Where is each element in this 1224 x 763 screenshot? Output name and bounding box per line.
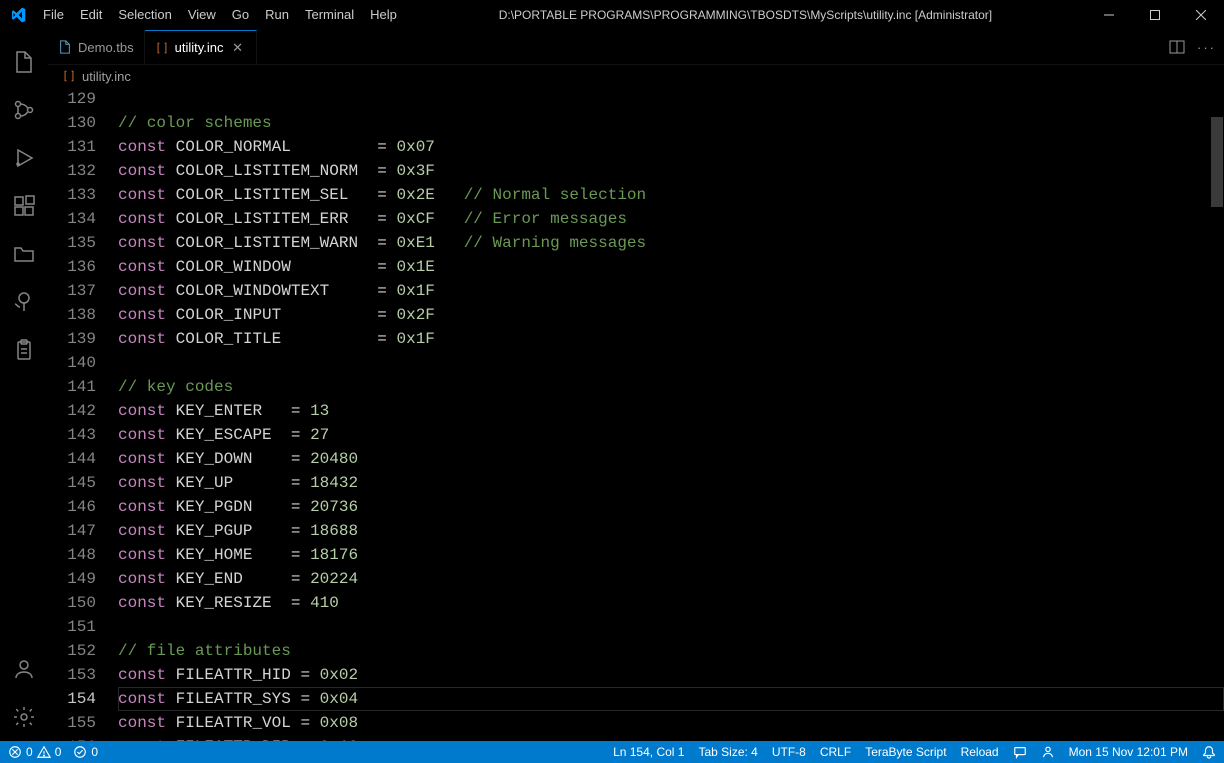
clipboard-icon[interactable] xyxy=(0,326,48,374)
minimize-button[interactable] xyxy=(1086,0,1132,30)
tab-utility-inc[interactable]: utility.inc ✕ xyxy=(145,30,257,64)
status-bar: 0 0 0 Ln 154, Col 1 Tab Size: 4 UTF-8 CR… xyxy=(0,741,1224,763)
close-button[interactable] xyxy=(1178,0,1224,30)
brackets-icon xyxy=(155,41,169,55)
status-person-icon[interactable] xyxy=(1041,745,1055,759)
status-datetime[interactable]: Mon 15 Nov 12:01 PM xyxy=(1069,745,1188,759)
settings-gear-icon[interactable] xyxy=(0,693,48,741)
menu-selection[interactable]: Selection xyxy=(110,0,179,30)
breadcrumb[interactable]: utility.inc xyxy=(48,65,1224,87)
close-tab-icon[interactable]: ✕ xyxy=(230,40,246,56)
folder-icon[interactable] xyxy=(0,230,48,278)
split-editor-icon[interactable] xyxy=(1169,39,1185,55)
activity-bar xyxy=(0,30,48,741)
status-port[interactable]: 0 xyxy=(73,745,98,759)
main-menu: FileEditSelectionViewGoRunTerminalHelp xyxy=(35,0,405,30)
scrollbar-thumb[interactable] xyxy=(1211,117,1223,207)
tab-actions: ··· xyxy=(1169,30,1224,64)
vscode-logo-icon xyxy=(0,7,35,23)
menu-terminal[interactable]: Terminal xyxy=(297,0,362,30)
code-editor[interactable]: 1291301311321331341351361371381391401411… xyxy=(48,87,1224,741)
tab-label: Demo.tbs xyxy=(78,40,134,55)
menu-file[interactable]: File xyxy=(35,0,72,30)
menu-go[interactable]: Go xyxy=(224,0,257,30)
window-controls xyxy=(1086,0,1224,30)
status-encoding[interactable]: UTF-8 xyxy=(772,745,806,759)
status-tab-size[interactable]: Tab Size: 4 xyxy=(698,745,757,759)
status-cursor-position[interactable]: Ln 154, Col 1 xyxy=(613,745,684,759)
status-eol[interactable]: CRLF xyxy=(820,745,851,759)
line-number-gutter: 1291301311321331341351361371381391401411… xyxy=(48,87,118,741)
breadcrumb-label: utility.inc xyxy=(82,69,131,84)
window-title: D:\PORTABLE PROGRAMS\PROGRAMMING\TBOSDTS… xyxy=(405,8,1086,22)
code-content[interactable]: // color schemesconst COLOR_NORMAL = 0x0… xyxy=(118,87,1224,741)
file-icon xyxy=(58,40,72,54)
status-language[interactable]: TeraByte Script xyxy=(865,745,946,759)
menu-view[interactable]: View xyxy=(180,0,224,30)
tab-demo-tbs[interactable]: Demo.tbs xyxy=(48,30,145,64)
status-problems[interactable]: 0 0 xyxy=(8,745,61,759)
status-notifications-icon[interactable] xyxy=(1202,745,1216,759)
status-reload[interactable]: Reload xyxy=(961,745,999,759)
extensions-icon[interactable] xyxy=(0,182,48,230)
main-area: Demo.tbs utility.inc ✕ ··· utility.inc 129… xyxy=(0,30,1224,741)
status-feedback-icon[interactable] xyxy=(1013,745,1027,759)
more-actions-icon[interactable]: ··· xyxy=(1197,40,1216,55)
menu-edit[interactable]: Edit xyxy=(72,0,110,30)
tab-bar: Demo.tbs utility.inc ✕ ··· xyxy=(48,30,1224,65)
source-control-icon[interactable] xyxy=(0,86,48,134)
tab-label: utility.inc xyxy=(175,40,224,55)
github-icon[interactable] xyxy=(0,278,48,326)
editor-area: Demo.tbs utility.inc ✕ ··· utility.inc 129… xyxy=(48,30,1224,741)
menu-run[interactable]: Run xyxy=(257,0,297,30)
brackets-icon xyxy=(62,69,76,83)
run-debug-icon[interactable] xyxy=(0,134,48,182)
menu-help[interactable]: Help xyxy=(362,0,405,30)
explorer-icon[interactable] xyxy=(0,38,48,86)
titlebar: FileEditSelectionViewGoRunTerminalHelp D… xyxy=(0,0,1224,30)
maximize-button[interactable] xyxy=(1132,0,1178,30)
account-icon[interactable] xyxy=(0,645,48,693)
